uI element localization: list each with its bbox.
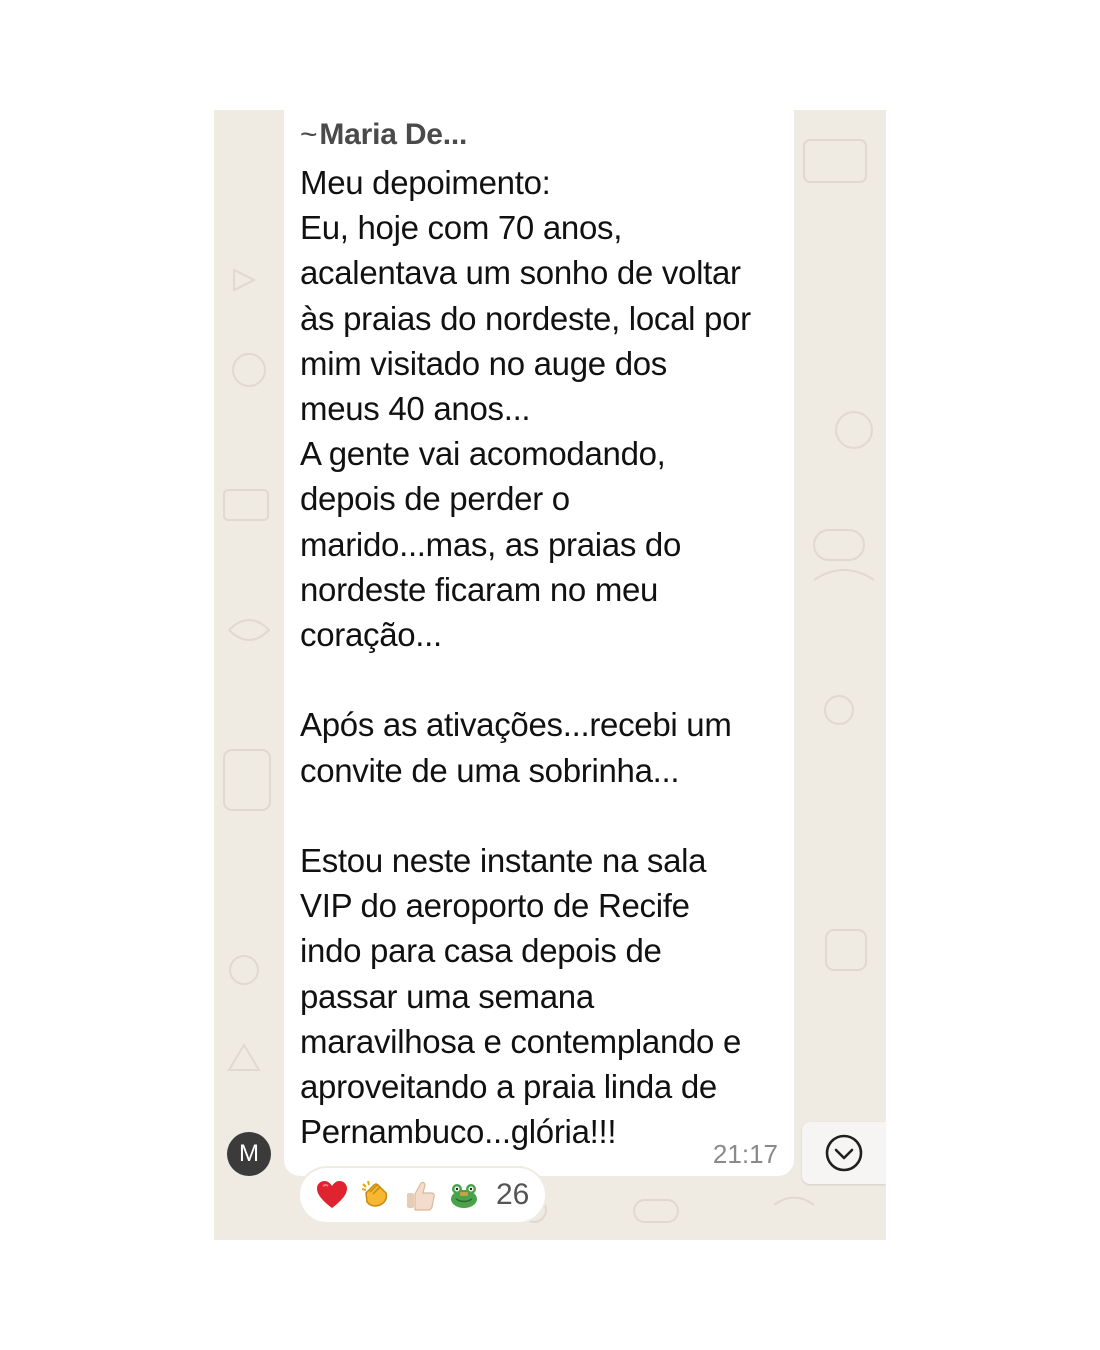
reaction-count: 26 — [496, 1178, 530, 1211]
scroll-down-button[interactable] — [802, 1122, 886, 1184]
sender-prefix: ~ — [300, 118, 318, 151]
chat-area: ~Maria De... Meu depoimento: Eu, hoje co… — [214, 110, 886, 1240]
avatar[interactable]: M — [227, 1132, 271, 1176]
heart-icon — [316, 1179, 348, 1211]
clapping-hands-icon — [360, 1179, 392, 1211]
avatar-initial: M — [239, 1140, 259, 1167]
frog-icon — [448, 1179, 480, 1211]
sender-name[interactable]: ~Maria De... — [300, 118, 467, 152]
message-bubble[interactable]: ~Maria De... Meu depoimento: Eu, hoje co… — [284, 110, 794, 1176]
chevron-down-circle-icon — [825, 1134, 863, 1172]
thumbs-up-icon — [404, 1179, 436, 1211]
message-time: 21:17 — [712, 1139, 778, 1169]
sender-name-text: Maria De... — [319, 118, 468, 151]
message-text: Meu depoimento: Eu, hoje com 70 anos, ac… — [300, 164, 751, 1151]
reactions-bar[interactable]: 26 — [300, 1168, 546, 1222]
